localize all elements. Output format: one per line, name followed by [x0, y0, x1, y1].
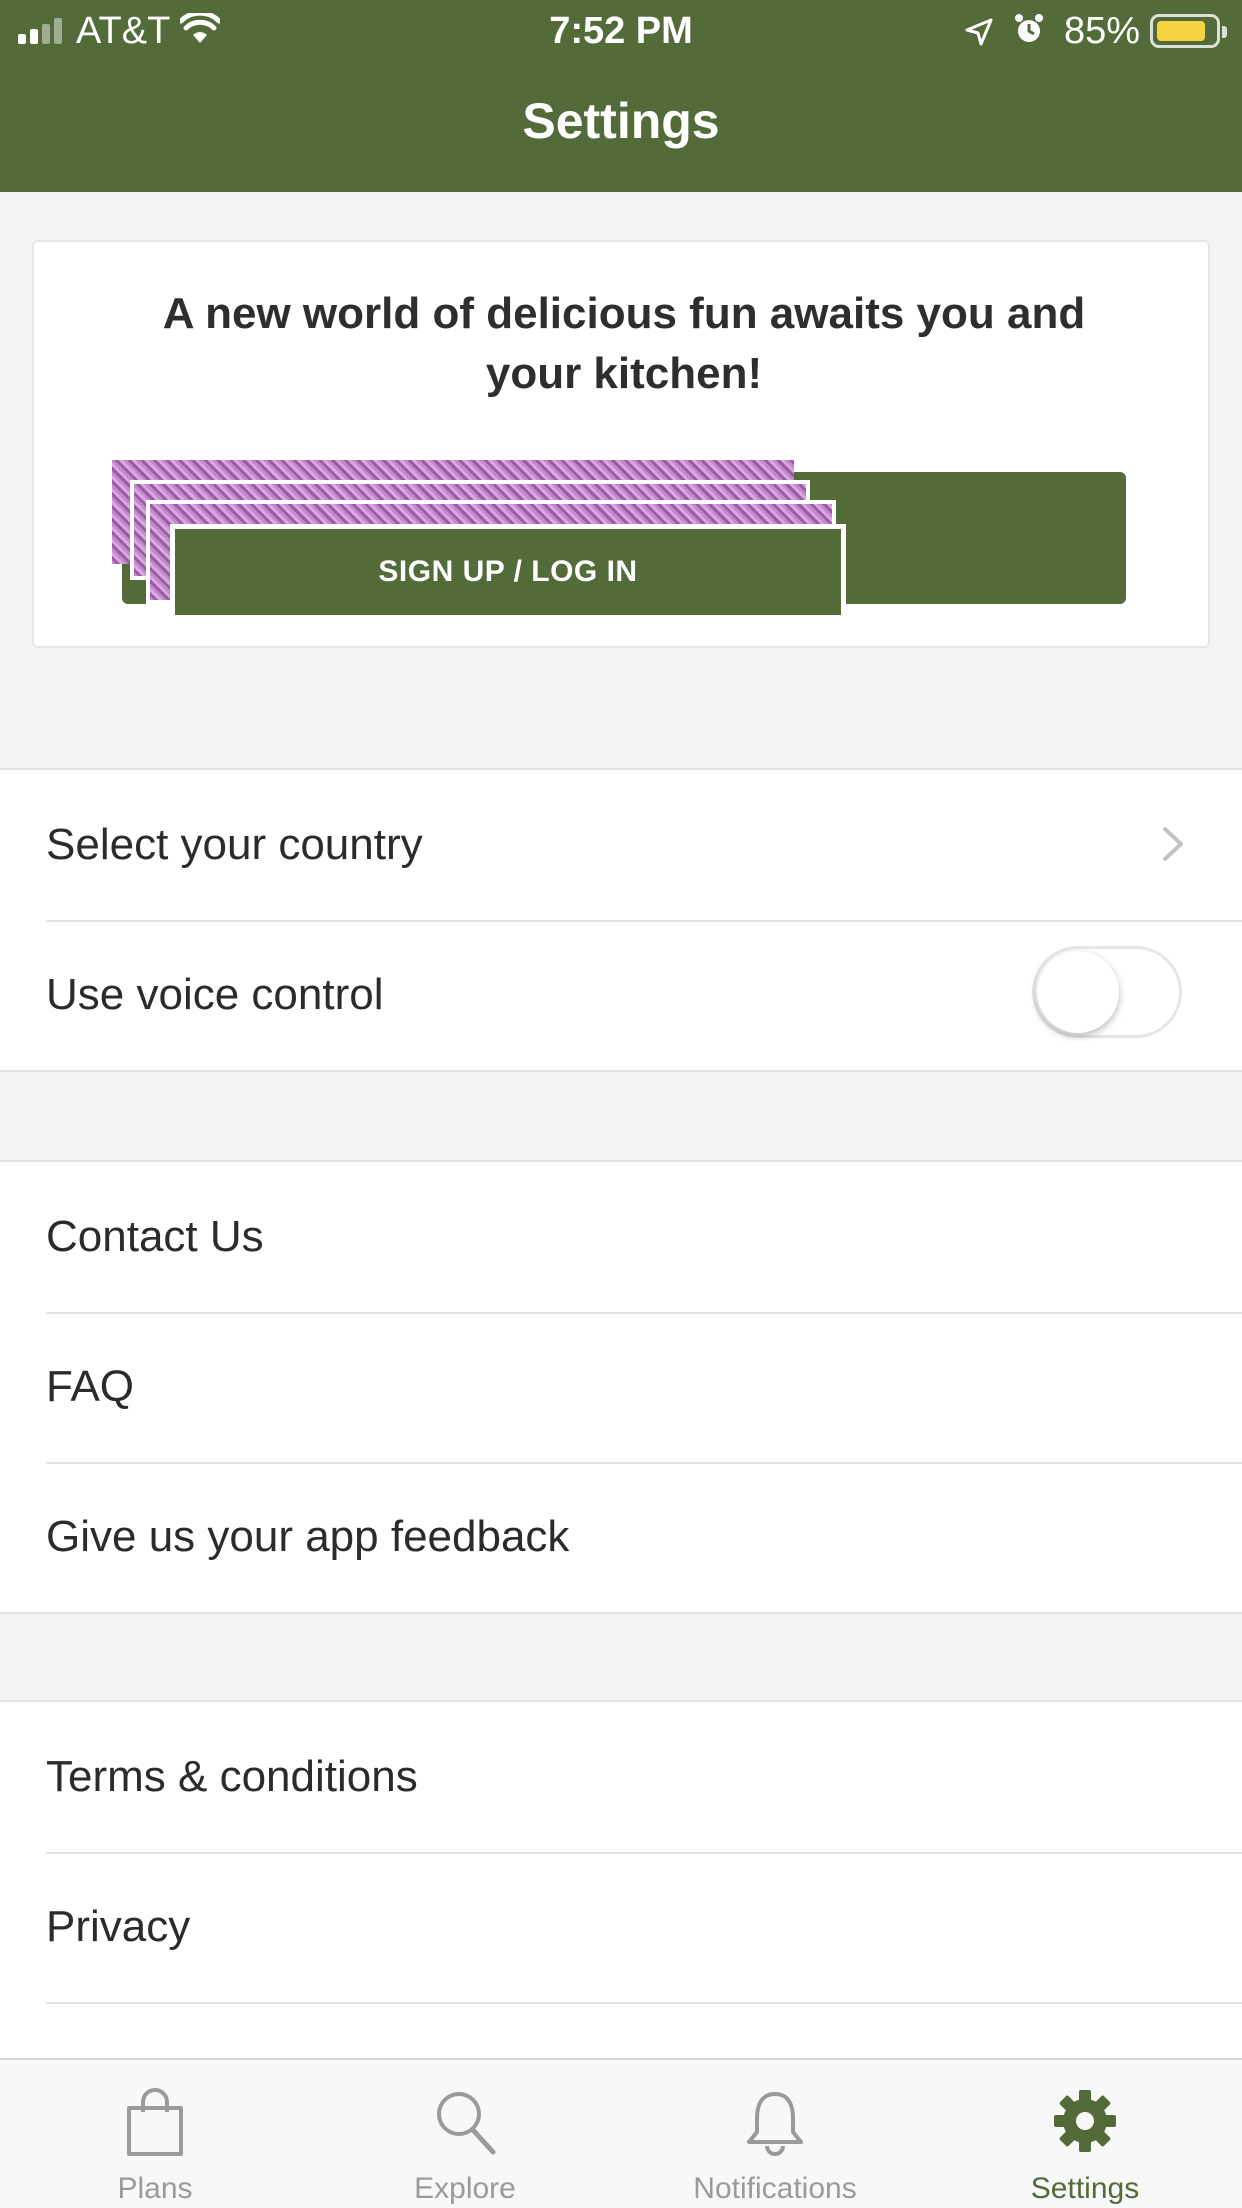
location-arrow-icon [964, 14, 994, 57]
select-country-label: Select your country [46, 820, 423, 869]
faq-row[interactable]: FAQ [0, 1312, 1242, 1462]
voice-control-label: Use voice control [46, 970, 384, 1019]
terms-label: Terms & conditions [46, 1752, 418, 1801]
alarm-clock-icon [1012, 12, 1046, 56]
shopping-bag-icon [127, 2088, 183, 2156]
contact-us-row[interactable]: Contact Us [0, 1162, 1242, 1312]
terms-row[interactable]: Terms & conditions [0, 1702, 1242, 1852]
tab-plans[interactable]: Plans [0, 2060, 310, 2208]
settings-screen: AT&T 7:52 PM 85% Settings A new world of… [0, 0, 1242, 2208]
page-title: Settings [522, 93, 720, 149]
promo-headline: A new world of delicious fun awaits you … [162, 289, 1086, 398]
tab-bar: Plans Explore Notifications Settings [0, 2058, 1242, 2208]
battery-icon [1150, 14, 1227, 48]
tab-explore[interactable]: Explore [310, 2060, 620, 2208]
tab-notifications[interactable]: Notifications [620, 2060, 930, 2208]
faq-label: FAQ [46, 1362, 135, 1411]
signup-promo-card: A new world of delicious fun awaits you … [32, 240, 1210, 648]
tab-label-notifications: Notifications [693, 2172, 857, 2205]
tab-label-explore: Explore [414, 2172, 516, 2205]
voice-control-row: Use voice control [0, 920, 1242, 1070]
support-group: Contact Us FAQ Give us your app feedback [0, 1160, 1242, 1614]
app-feedback-label: Give us your app feedback [46, 1512, 570, 1561]
privacy-label: Privacy [46, 1902, 191, 1951]
app-feedback-row[interactable]: Give us your app feedback [0, 1462, 1242, 1612]
status-bar: AT&T 7:52 PM 85% [0, 0, 1242, 62]
tab-label-plans: Plans [117, 2172, 193, 2205]
sign-up-login-button[interactable]: SIGN UP / LOG IN [170, 524, 846, 620]
contact-us-label: Contact Us [46, 1212, 264, 1261]
select-country-row[interactable]: Select your country [0, 770, 1242, 920]
bell-icon [747, 2092, 803, 2156]
voice-control-toggle[interactable] [1032, 946, 1182, 1038]
privacy-row[interactable]: Privacy [0, 1852, 1242, 2002]
gear-icon [1054, 2090, 1116, 2152]
tab-settings[interactable]: Settings [930, 2060, 1240, 2208]
legal-group: Terms & conditions Privacy [0, 1700, 1242, 2070]
preferences-group: Select your country Use voice control [0, 768, 1242, 1072]
top-bar: AT&T 7:52 PM 85% Settings [0, 0, 1242, 192]
search-icon [437, 2092, 496, 2155]
status-time: 7:52 PM [549, 10, 693, 52]
battery-percent: 85% [1064, 10, 1141, 52]
chevron-right-icon [1163, 827, 1183, 861]
tab-label-settings: Settings [1030, 2172, 1140, 2205]
